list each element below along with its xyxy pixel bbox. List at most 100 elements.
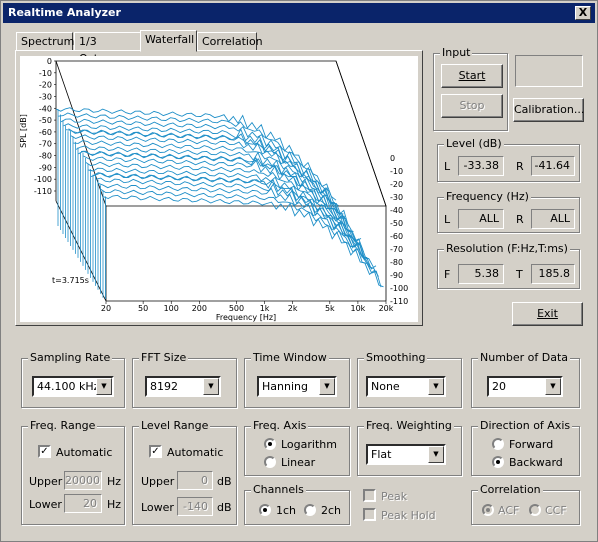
freq-range-upper-input[interactable]: 20000 bbox=[64, 471, 102, 490]
time-window-select[interactable]: Hanning ▼ bbox=[257, 376, 337, 397]
level-range-automatic-checkbox[interactable]: ✓ bbox=[149, 445, 162, 458]
correlation-acf-label: ACF bbox=[498, 504, 520, 517]
start-button[interactable]: Start bbox=[441, 64, 503, 88]
freq-range-automatic-checkbox[interactable]: ✓ bbox=[38, 445, 51, 458]
exit-button[interactable]: Exit bbox=[512, 302, 583, 326]
left-tick-label: -30 bbox=[39, 92, 52, 101]
chevron-down-icon[interactable]: ▼ bbox=[96, 378, 112, 395]
x-tick-label: 10k bbox=[350, 304, 365, 313]
number-of-data-select[interactable]: 20 ▼ bbox=[487, 376, 563, 397]
channel-2ch-radio[interactable] bbox=[304, 504, 316, 516]
frequency-l-value: ALL bbox=[458, 209, 504, 229]
right-tick-label: -30 bbox=[390, 193, 403, 202]
sampling-rate-title: Sampling Rate bbox=[28, 351, 113, 364]
right-tick-label: -70 bbox=[390, 245, 403, 254]
level-l-label: L bbox=[444, 160, 451, 173]
left-tick-label: -10 bbox=[39, 69, 52, 78]
left-tick-label: -110 bbox=[34, 187, 52, 196]
right-tick-label: -60 bbox=[390, 232, 403, 241]
smoothing-select[interactable]: None ▼ bbox=[366, 376, 446, 397]
resolution-t-label: T bbox=[516, 268, 523, 281]
freq-weighting-select[interactable]: Flat ▼ bbox=[366, 444, 446, 465]
tab-correlation[interactable]: Correlation bbox=[197, 32, 263, 51]
frequency-r-value: ALL bbox=[531, 209, 575, 229]
correlation-acf-radio[interactable] bbox=[482, 504, 494, 516]
fft-size-select[interactable]: 8192 ▼ bbox=[145, 376, 221, 397]
chevron-down-icon[interactable]: ▼ bbox=[545, 378, 561, 395]
freq-range-lower-input[interactable]: 20 bbox=[64, 494, 102, 513]
freq-axis-linear-label: Linear bbox=[281, 456, 316, 469]
close-button[interactable]: X bbox=[575, 6, 591, 20]
chevron-down-icon[interactable]: ▼ bbox=[428, 378, 444, 395]
tab-waterfall[interactable]: Waterfall bbox=[140, 30, 197, 52]
channel-1ch-label: 1ch bbox=[276, 504, 297, 517]
x-tick-label: 50 bbox=[138, 304, 148, 313]
time-window-value: Hanning bbox=[262, 380, 308, 393]
peak-hold-checkbox[interactable] bbox=[363, 508, 376, 521]
smoothing-title: Smoothing bbox=[364, 351, 428, 364]
right-tick-label: -40 bbox=[390, 206, 403, 215]
window-title: Realtime Analyzer bbox=[8, 6, 121, 19]
freq-weighting-value: Flat bbox=[371, 448, 392, 461]
left-tick-label: -40 bbox=[39, 104, 52, 113]
freq-range-automatic-label: Automatic bbox=[56, 446, 113, 459]
freq-range-upper-label: Upper bbox=[29, 475, 63, 488]
number-of-data-title: Number of Data bbox=[478, 351, 571, 364]
waterfall-tab-pane: 0 -10 -20 -30 -40 -50 -60 -70 -80 -90 -100 -110 0 -10… bbox=[15, 50, 423, 326]
tab-spectrum[interactable]: Spectrum bbox=[16, 32, 74, 51]
level-range-upper-input[interactable]: 0 bbox=[177, 471, 213, 490]
level-range-automatic-label: Automatic bbox=[167, 446, 224, 459]
time-label: t=3.715s bbox=[52, 276, 89, 285]
start-button-label: Start bbox=[458, 69, 486, 82]
freq-axis-linear-radio[interactable] bbox=[264, 456, 276, 468]
tab-third-octave[interactable]: 1/3 Octave bbox=[74, 32, 141, 65]
x-tick-label: 20 bbox=[101, 304, 111, 313]
correlation-title: Correlation bbox=[478, 483, 543, 496]
right-tick-label: 0 bbox=[390, 154, 395, 163]
level-range-lower-input[interactable]: -140 bbox=[177, 497, 213, 516]
direction-title: Direction of Axis bbox=[478, 419, 573, 432]
freq-axis-logarithm-radio[interactable] bbox=[264, 438, 276, 450]
stop-button[interactable]: Stop bbox=[441, 94, 503, 118]
direction-forward-radio[interactable] bbox=[492, 438, 504, 450]
x-tick-label: 500 bbox=[229, 304, 244, 313]
level-group-title: Level (dB) bbox=[444, 137, 504, 150]
channel-2ch-label: 2ch bbox=[321, 504, 342, 517]
freq-range-title: Freq. Range bbox=[28, 419, 98, 432]
level-range-upper-unit: dB bbox=[217, 475, 232, 488]
channel-1ch-radio[interactable] bbox=[259, 504, 271, 516]
left-tick-label: -60 bbox=[39, 128, 52, 137]
x-axis-label: Frequency [Hz] bbox=[216, 313, 276, 322]
chevron-down-icon[interactable]: ▼ bbox=[319, 378, 335, 395]
chevron-down-icon[interactable]: ▼ bbox=[203, 378, 219, 395]
frequency-r-label: R bbox=[516, 213, 524, 226]
freq-range-lower-label: Lower bbox=[29, 498, 62, 511]
level-r-label: R bbox=[516, 160, 524, 173]
x-tick-label: 20k bbox=[379, 304, 394, 313]
fft-size-title: FFT Size bbox=[139, 351, 189, 364]
freq-weighting-title: Freq. Weighting bbox=[364, 419, 454, 432]
direction-forward-label: Forward bbox=[509, 438, 554, 451]
waterfall-chart: 0 -10 -20 -30 -40 -50 -60 -70 -80 -90 -100 -110 0 -10… bbox=[19, 56, 418, 322]
x-tick-label: 100 bbox=[164, 304, 179, 313]
input-group-title: Input bbox=[440, 46, 473, 59]
calibration-button[interactable]: Calibration... bbox=[513, 98, 584, 122]
correlation-ccf-radio[interactable] bbox=[529, 504, 541, 516]
freq-range-lower-unit: Hz bbox=[107, 498, 122, 511]
direction-backward-label: Backward bbox=[509, 456, 563, 469]
peak-checkbox[interactable] bbox=[363, 489, 376, 502]
left-tick-label: -90 bbox=[39, 163, 52, 172]
calibration-button-label: Calibration... bbox=[514, 103, 585, 116]
correlation-ccf-label: CCF bbox=[545, 504, 567, 517]
peak-label: Peak bbox=[381, 490, 408, 503]
right-tick-label: -100 bbox=[390, 284, 408, 293]
level-range-title: Level Range bbox=[139, 419, 211, 432]
smoothing-value: None bbox=[371, 380, 400, 393]
level-range-lower-label: Lower bbox=[141, 501, 174, 514]
right-tick-label: -80 bbox=[390, 258, 403, 267]
chevron-down-icon[interactable]: ▼ bbox=[428, 446, 444, 463]
freq-range-upper-unit: Hz bbox=[107, 475, 122, 488]
sampling-rate-select[interactable]: 44.100 kHz ▼ bbox=[32, 376, 114, 397]
left-tick-label: -20 bbox=[39, 81, 52, 90]
direction-backward-radio[interactable] bbox=[492, 456, 504, 468]
